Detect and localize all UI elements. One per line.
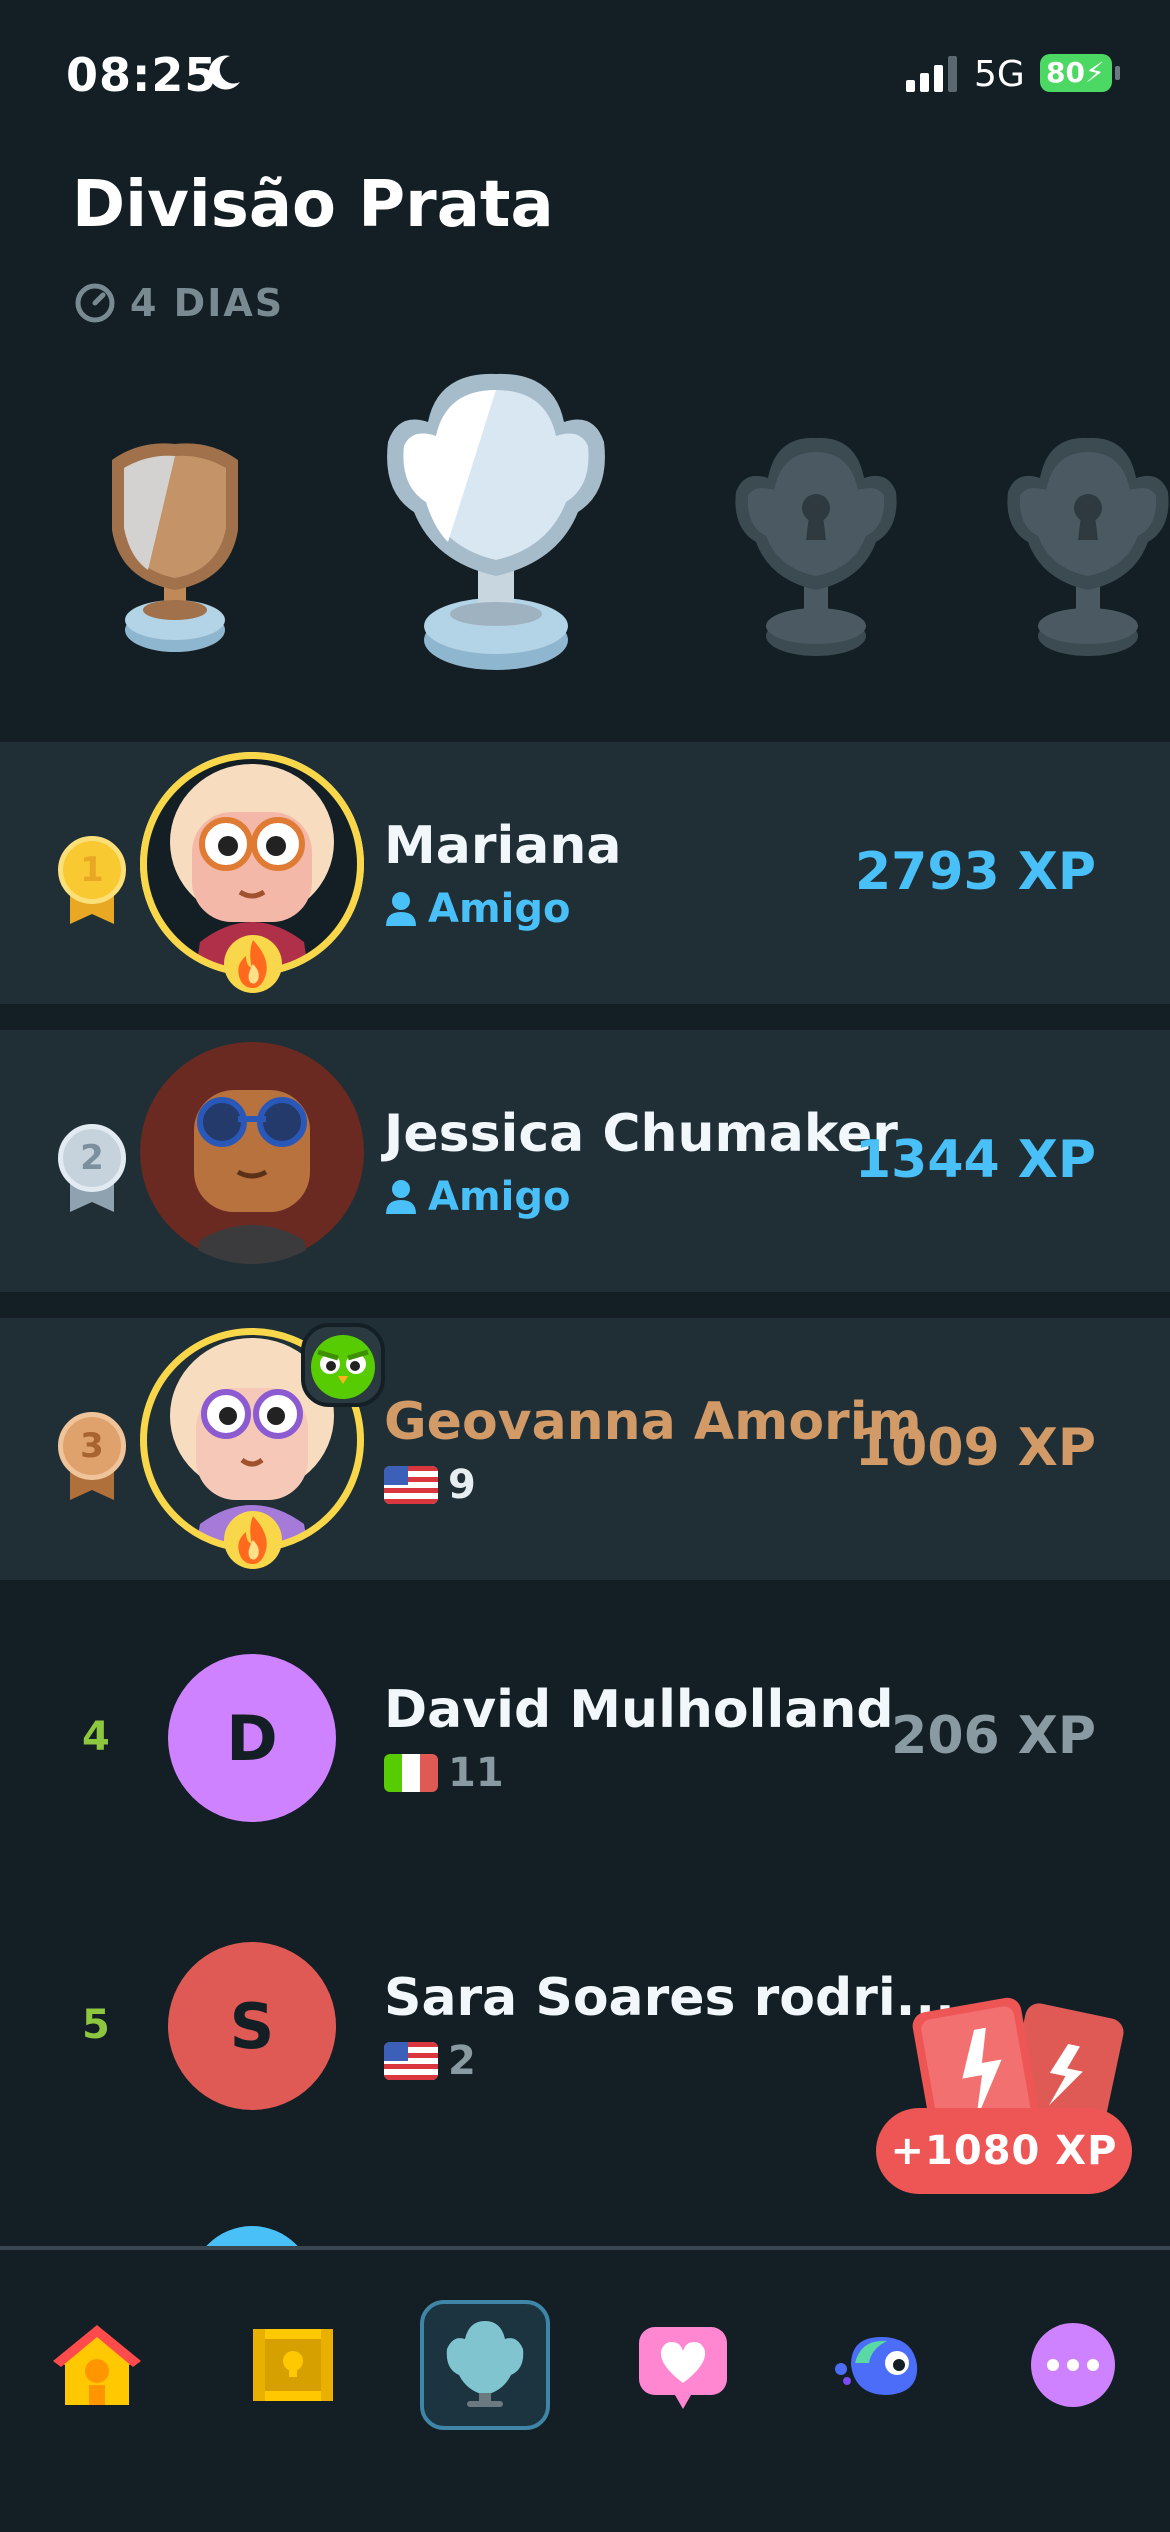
league-timer: 4 DIAS [74,280,284,326]
streak-count: 9 [448,1462,476,1508]
locked-trophy-icon[interactable] [728,430,904,660]
streak-flame-icon [224,935,282,993]
us-flag-icon [384,2042,438,2080]
avatar[interactable] [140,1323,385,1569]
friend-label: Amigo [384,886,570,932]
status-time: 08:25 [66,48,218,102]
status-bar: 08:25 5G 80⚡ [0,0,1170,150]
nav-practice[interactable] [228,2300,358,2430]
bottom-nav [0,2246,1170,2532]
user-meta: 2 [384,2038,476,2084]
home-icon [53,2325,141,2405]
user-meta: 11 [384,1750,504,1796]
us-flag-icon [384,1466,438,1504]
timer-label: 4 DIAS [130,281,285,325]
person-icon [386,892,416,926]
streak-count: 11 [448,1750,504,1796]
xp-value: 2793 XP [854,842,1096,902]
xp-value: 206 XP [891,1706,1096,1766]
streak-flame-icon [224,1511,282,1569]
rank-number: 5 [82,2002,110,2048]
bronze-medal-icon: 3 [56,1412,128,1502]
nav-more[interactable] [1008,2300,1138,2430]
nav-duo[interactable] [816,2300,946,2430]
friend-text: Amigo [428,1174,571,1220]
rank-number: 3 [58,1412,126,1480]
friend-text: Amigo [428,886,571,932]
network-type: 5G [974,54,1025,95]
gold-medal-icon: 1 [56,836,128,926]
friend-label: Amigo [384,1174,570,1220]
person-icon [386,1180,416,1214]
avatar[interactable]: S [168,1942,336,2110]
nav-leagues[interactable] [420,2300,550,2430]
signal-icon [906,56,957,92]
leaderboard-row[interactable]: 2 Jessica Chumaker Amigo 1344 XP [0,1030,1170,1292]
locked-trophy-icon[interactable] [1000,430,1170,660]
moon-icon [208,55,240,90]
silver-trophy-icon[interactable] [378,362,614,672]
user-name: David Mulholland [384,1680,894,1740]
xp-value: 1009 XP [854,1418,1096,1478]
user-name: Jessica Chumaker [384,1104,898,1164]
user-meta: 9 [384,1462,476,1508]
nav-hearts[interactable] [618,2300,748,2430]
italy-flag-icon [384,1754,438,1792]
xp-value: 1344 XP [854,1130,1096,1190]
leaderboard-row[interactable]: 4 D David Mulholland 11 206 XP [0,1606,1170,1868]
hearts-icon [639,2327,727,2409]
bronze-trophy-icon[interactable] [100,430,250,660]
rank-number: 4 [82,1714,110,1760]
avatar[interactable]: D [168,1654,336,1822]
avatar-jessica [140,1040,364,1264]
user-name: Geovanna Amorim [384,1392,922,1452]
charging-icon: ⚡ [1084,56,1105,89]
duo-bird-icon [835,2337,918,2395]
user-name: Mariana [384,816,622,876]
duo-owl-badge-icon [301,1323,385,1407]
treasure-chest-icon [253,2329,333,2401]
leaderboard-row[interactable]: 1 Mariana Amigo 2793 XP [0,742,1170,1004]
page-title: Divisão Prata [72,168,554,242]
rank-number: 2 [58,1124,126,1192]
streak-count: 2 [448,2038,476,2084]
avatar[interactable] [140,1040,364,1264]
nav-home[interactable] [32,2300,162,2430]
battery-indicator: 80⚡ [1040,54,1120,92]
avatar[interactable] [140,752,364,993]
clock-icon [75,283,115,323]
xp-boost-badge[interactable]: +1080 XP [876,2108,1132,2194]
leaderboard-row[interactable]: 3 Geovanna Amorim 9 1009 XP [0,1318,1170,1580]
silver-medal-icon: 2 [56,1124,128,1214]
rank-number: 1 [58,836,126,904]
leagues-trophy-icon [446,2321,524,2407]
battery-level: 80 [1046,56,1085,89]
user-name: Sara Soares rodri... [384,1968,955,2028]
more-icon [1031,2323,1115,2407]
